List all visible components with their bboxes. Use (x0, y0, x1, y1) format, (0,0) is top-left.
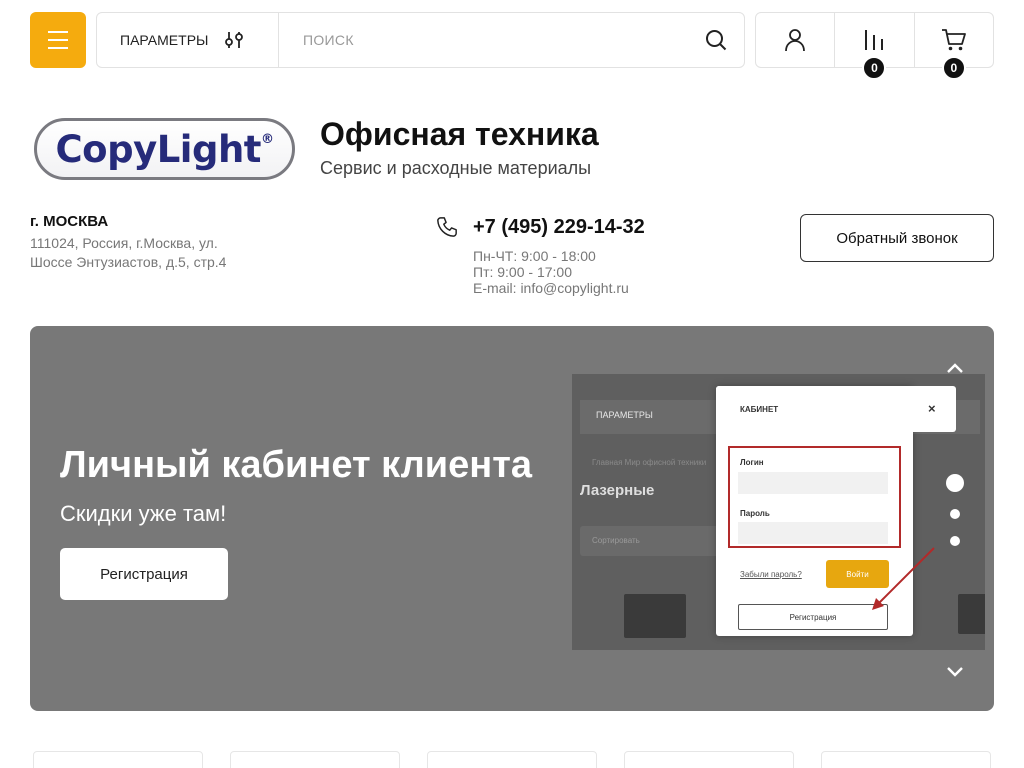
address-line: 111024, Россия, г.Москва, ул. (30, 235, 218, 251)
slider-dot-active[interactable] (946, 474, 964, 492)
compare-button[interactable]: 0 (834, 13, 913, 80)
product-card[interactable] (230, 751, 400, 768)
callback-button[interactable]: Обратный звонок (800, 214, 994, 262)
register-button[interactable]: Регистрация (60, 548, 228, 600)
params-label: ПАРАМЕТРЫ (120, 32, 209, 48)
phone-number[interactable]: +7 (495) 229-14-32 (473, 216, 645, 239)
slide-subtitle: Скидки уже там! (60, 501, 227, 526)
work-hours: Пн-ЧТ: 9:00 - 18:00 Пт: 9:00 - 17:00 E-m… (473, 248, 629, 296)
site-title: Офисная техника (320, 116, 599, 152)
phone-icon (437, 217, 457, 237)
search-input[interactable] (279, 13, 688, 67)
address-line: Шоссе Энтузиастов, д.5, стр.4 (30, 254, 227, 270)
search-button[interactable] (688, 13, 744, 67)
menu-button[interactable] (30, 12, 86, 68)
filter-icon (225, 32, 244, 48)
cart-button[interactable]: 0 (913, 13, 993, 80)
slider-dot[interactable] (950, 536, 960, 546)
email-line[interactable]: E-mail: info@copylight.ru (473, 280, 629, 296)
params-button[interactable]: ПАРАМЕТРЫ (97, 13, 279, 67)
menu-icon-bar (48, 47, 68, 49)
product-card[interactable] (624, 751, 794, 768)
slide-title: Личный кабинет клиента (60, 444, 532, 486)
user-icon (785, 29, 806, 52)
city-label: г. МОСКВА (30, 213, 109, 230)
hours-line: Пт: 9:00 - 17:00 (473, 264, 572, 280)
slide-image: ПАРАМЕТРЫ Главная Мир офисной техники Ла… (572, 374, 985, 650)
menu-icon-bar (48, 31, 68, 33)
compare-count-badge: 0 (862, 56, 887, 80)
hours-line: Пн-ЧТ: 9:00 - 18:00 (473, 248, 596, 264)
slider-dot[interactable] (950, 509, 960, 519)
menu-icon-bar (48, 39, 68, 41)
cart-count-badge: 0 (941, 56, 966, 80)
chevron-down-icon[interactable] (944, 660, 966, 682)
product-card[interactable] (427, 751, 597, 768)
hero-slider: Личный кабинет клиента Скидки уже там! Р… (30, 326, 994, 711)
site-subtitle: Сервис и расходные материалы (320, 158, 592, 178)
product-card[interactable] (821, 751, 991, 768)
logo-text: CopyLight® (55, 127, 274, 171)
account-button[interactable] (756, 13, 834, 67)
address: 111024, Россия, г.Москва, ул. Шоссе Энту… (30, 234, 260, 272)
compare-icon (865, 30, 884, 50)
cart-icon (941, 29, 966, 51)
chevron-up-icon[interactable] (944, 358, 966, 380)
search-icon (706, 30, 727, 51)
user-actions: 0 0 (755, 12, 994, 80)
image-pointer-arrow (872, 547, 935, 610)
site-logo[interactable]: CopyLight® (34, 118, 295, 180)
product-card[interactable] (33, 751, 203, 768)
search-bar: ПАРАМЕТРЫ (96, 12, 745, 68)
